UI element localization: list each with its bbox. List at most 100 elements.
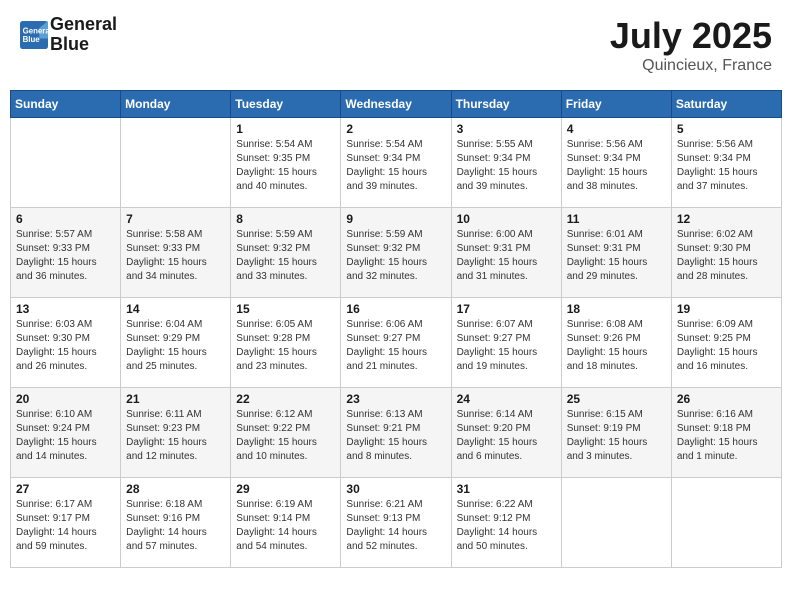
calendar-day-10: 10Sunrise: 6:00 AM Sunset: 9:31 PM Dayli… [451, 208, 561, 298]
day-info: Sunrise: 6:04 AM Sunset: 9:29 PM Dayligh… [126, 318, 225, 374]
logo-icon: General Blue [20, 21, 48, 49]
location: Quincieux, France [610, 57, 772, 75]
calendar-header-row: SundayMondayTuesdayWednesdayThursdayFrid… [11, 91, 782, 118]
day-number: 11 [567, 212, 666, 226]
day-header-sunday: Sunday [11, 91, 121, 118]
day-info: Sunrise: 6:01 AM Sunset: 9:31 PM Dayligh… [567, 228, 666, 284]
day-info: Sunrise: 5:56 AM Sunset: 9:34 PM Dayligh… [567, 138, 666, 194]
calendar-day-11: 11 Sunrise: 6:01 AM Sunset: 9:31 PM Dayli… [561, 208, 671, 298]
day-info: Sunrise: 6:17 AM Sunset: 9:17 PM Dayligh… [16, 498, 115, 554]
day-header-thursday: Thursday [451, 91, 561, 118]
calendar-day-21: 21 Sunrise: 6:11 AM Sunset: 9:23 PM Dayli… [121, 388, 231, 478]
day-info: Sunrise: 6:11 AM Sunset: 9:23 PM Dayligh… [126, 408, 225, 464]
day-info: Sunrise: 6:19 AM Sunset: 9:14 PM Dayligh… [236, 498, 335, 554]
day-info: Sunrise: 6:16 AM Sunset: 9:18 PM Dayligh… [677, 408, 776, 464]
calendar-day-7: 7 Sunrise: 5:58 AM Sunset: 9:33 PM Daylig… [121, 208, 231, 298]
day-info: Sunrise: 6:12 AM Sunset: 9:22 PM Dayligh… [236, 408, 335, 464]
day-info: Sunrise: 6:13 AM Sunset: 9:21 PM Dayligh… [346, 408, 445, 464]
calendar-day-15: 15 Sunrise: 6:05 AM Sunset: 9:28 PM Dayli… [231, 298, 341, 388]
day-number: 23 [346, 392, 445, 406]
calendar-day-8: 8Sunrise: 5:59 AM Sunset: 9:32 PM Daylig… [231, 208, 341, 298]
calendar-week-row: 6 Sunrise: 5:57 AM Sunset: 9:33 PM Daylig… [11, 208, 782, 298]
day-info: Sunrise: 6:06 AM Sunset: 9:27 PM Dayligh… [346, 318, 445, 374]
day-info: Sunrise: 5:55 AM Sunset: 9:34 PM Dayligh… [457, 138, 556, 194]
calendar-week-row: 27 Sunrise: 6:17 AM Sunset: 9:17 PM Dayli… [11, 478, 782, 568]
day-number: 31 [457, 482, 556, 496]
calendar-day-13: 13 Sunrise: 6:03 AM Sunset: 9:30 PM Dayli… [11, 298, 121, 388]
calendar-day-18: 18Sunrise: 6:08 AM Sunset: 9:26 PM Dayli… [561, 298, 671, 388]
day-info: Sunrise: 6:22 AM Sunset: 9:12 PM Dayligh… [457, 498, 556, 554]
calendar-day-29: 29 Sunrise: 6:19 AM Sunset: 9:14 PM Dayli… [231, 478, 341, 568]
calendar-week-row: 1 Sunrise: 5:54 AM Sunset: 9:35 PM Daylig… [11, 118, 782, 208]
empty-cell [671, 478, 781, 568]
logo-text: General Blue [50, 15, 117, 55]
day-header-friday: Friday [561, 91, 671, 118]
day-info: Sunrise: 5:54 AM Sunset: 9:35 PM Dayligh… [236, 138, 335, 194]
svg-text:Blue: Blue [23, 35, 41, 44]
title-area: July 2025 Quincieux, France [610, 15, 772, 75]
logo: General Blue General Blue [20, 15, 117, 55]
day-info: Sunrise: 6:02 AM Sunset: 9:30 PM Dayligh… [677, 228, 776, 284]
calendar-day-31: 31 Sunrise: 6:22 AM Sunset: 9:12 PM Dayli… [451, 478, 561, 568]
calendar-day-20: 20 Sunrise: 6:10 AM Sunset: 9:24 PM Dayli… [11, 388, 121, 478]
day-number: 15 [236, 302, 335, 316]
day-number: 16 [346, 302, 445, 316]
day-number: 21 [126, 392, 225, 406]
day-number: 25 [567, 392, 666, 406]
day-number: 29 [236, 482, 335, 496]
day-number: 5 [677, 122, 776, 136]
calendar-day-5: 5 Sunrise: 5:56 AM Sunset: 9:34 PM Daylig… [671, 118, 781, 208]
day-number: 17 [457, 302, 556, 316]
empty-cell [121, 118, 231, 208]
day-header-saturday: Saturday [671, 91, 781, 118]
day-info: Sunrise: 5:56 AM Sunset: 9:34 PM Dayligh… [677, 138, 776, 194]
calendar-day-17: 17Sunrise: 6:07 AM Sunset: 9:27 PM Dayli… [451, 298, 561, 388]
day-info: Sunrise: 5:57 AM Sunset: 9:33 PM Dayligh… [16, 228, 115, 284]
day-number: 4 [567, 122, 666, 136]
day-info: Sunrise: 5:54 AM Sunset: 9:34 PM Dayligh… [346, 138, 445, 194]
day-number: 7 [126, 212, 225, 226]
day-number: 19 [677, 302, 776, 316]
day-info: Sunrise: 6:18 AM Sunset: 9:16 PM Dayligh… [126, 498, 225, 554]
calendar-day-2: 2 Sunrise: 5:54 AM Sunset: 9:34 PM Daylig… [341, 118, 451, 208]
calendar-week-row: 20 Sunrise: 6:10 AM Sunset: 9:24 PM Dayli… [11, 388, 782, 478]
calendar-day-1: 1 Sunrise: 5:54 AM Sunset: 9:35 PM Daylig… [231, 118, 341, 208]
day-info: Sunrise: 5:58 AM Sunset: 9:33 PM Dayligh… [126, 228, 225, 284]
svg-text:General: General [23, 26, 48, 35]
calendar-day-4: 4 Sunrise: 5:56 AM Sunset: 9:34 PM Daylig… [561, 118, 671, 208]
calendar-day-28: 28Sunrise: 6:18 AM Sunset: 9:16 PM Dayli… [121, 478, 231, 568]
day-number: 20 [16, 392, 115, 406]
day-number: 6 [16, 212, 115, 226]
day-info: Sunrise: 6:05 AM Sunset: 9:28 PM Dayligh… [236, 318, 335, 374]
day-info: Sunrise: 5:59 AM Sunset: 9:32 PM Dayligh… [346, 228, 445, 284]
day-info: Sunrise: 6:21 AM Sunset: 9:13 PM Dayligh… [346, 498, 445, 554]
day-number: 8 [236, 212, 335, 226]
calendar-day-6: 6 Sunrise: 5:57 AM Sunset: 9:33 PM Daylig… [11, 208, 121, 298]
day-number: 1 [236, 122, 335, 136]
day-info: Sunrise: 6:15 AM Sunset: 9:19 PM Dayligh… [567, 408, 666, 464]
calendar-day-14: 14 Sunrise: 6:04 AM Sunset: 9:29 PM Dayli… [121, 298, 231, 388]
day-header-wednesday: Wednesday [341, 91, 451, 118]
empty-cell [11, 118, 121, 208]
calendar-day-16: 16 Sunrise: 6:06 AM Sunset: 9:27 PM Dayli… [341, 298, 451, 388]
day-number: 2 [346, 122, 445, 136]
day-info: Sunrise: 6:03 AM Sunset: 9:30 PM Dayligh… [16, 318, 115, 374]
day-number: 30 [346, 482, 445, 496]
day-info: Sunrise: 6:10 AM Sunset: 9:24 PM Dayligh… [16, 408, 115, 464]
day-number: 24 [457, 392, 556, 406]
day-number: 14 [126, 302, 225, 316]
day-number: 18 [567, 302, 666, 316]
day-number: 9 [346, 212, 445, 226]
calendar-day-26: 26 Sunrise: 6:16 AM Sunset: 9:18 PM Dayli… [671, 388, 781, 478]
calendar-day-23: 23 Sunrise: 6:13 AM Sunset: 9:21 PM Dayli… [341, 388, 451, 478]
calendar-day-30: 30 Sunrise: 6:21 AM Sunset: 9:13 PM Dayli… [341, 478, 451, 568]
calendar-day-24: 24 Sunrise: 6:14 AM Sunset: 9:20 PM Dayli… [451, 388, 561, 478]
day-number: 27 [16, 482, 115, 496]
empty-cell [561, 478, 671, 568]
day-number: 13 [16, 302, 115, 316]
day-number: 26 [677, 392, 776, 406]
day-info: Sunrise: 6:14 AM Sunset: 9:20 PM Dayligh… [457, 408, 556, 464]
day-header-tuesday: Tuesday [231, 91, 341, 118]
calendar-day-19: 19Sunrise: 6:09 AM Sunset: 9:25 PM Dayli… [671, 298, 781, 388]
day-header-monday: Monday [121, 91, 231, 118]
